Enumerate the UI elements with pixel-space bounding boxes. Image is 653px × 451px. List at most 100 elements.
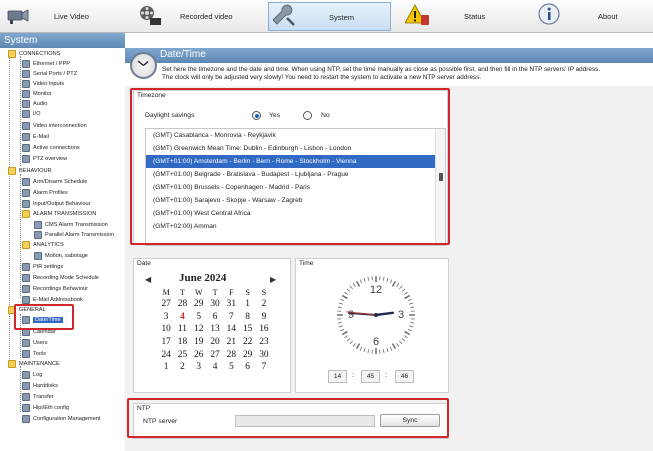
tab-recorded-video[interactable]: Recorded video	[134, 2, 260, 31]
calendar-day[interactable]: 14	[223, 323, 239, 336]
calendar-day[interactable]: 11	[174, 323, 190, 336]
calendar-day[interactable]: 1	[158, 361, 174, 374]
tab-about[interactable]: About	[528, 2, 652, 31]
prev-month-button[interactable]: ◀	[145, 275, 151, 284]
clock-tick	[407, 298, 412, 302]
calendar-day[interactable]: 29	[191, 298, 207, 311]
sidebar-item-email-addressbook[interactable]: E-Mail Addressbook	[22, 295, 83, 304]
sidebar-folder-connections[interactable]: CONNECTIONS	[8, 49, 60, 58]
sidebar-item-monitor[interactable]: Monitor	[22, 89, 52, 98]
clock-tick	[409, 302, 414, 305]
calendar-day[interactable]: 12	[191, 323, 207, 336]
calendar-day[interactable]: 20	[207, 336, 223, 349]
calendar-day[interactable]: 19	[191, 336, 207, 349]
sidebar-item-io[interactable]: I/O	[22, 109, 40, 118]
calendar-day[interactable]: 31	[223, 298, 239, 311]
sidebar-item-recording-mode[interactable]: Recording Mode Schedule	[22, 273, 99, 282]
users-icon	[22, 338, 30, 347]
time-hours-field[interactable]: 14	[328, 370, 347, 383]
calendar-day[interactable]: 2	[256, 298, 272, 311]
calendar-day[interactable]: 15	[239, 323, 255, 336]
sidebar-item-input-output[interactable]: Input/Output Behaviour	[22, 199, 91, 208]
sidebar-item-parallel-alarm[interactable]: Parallel Alarm Transmission	[34, 230, 114, 239]
weekday-label: S	[261, 288, 267, 297]
clock-tick	[382, 349, 385, 354]
sidebar-item-email[interactable]: E-Mail	[22, 132, 49, 141]
calendar-day[interactable]: 16	[256, 323, 272, 336]
calendar-day[interactable]: 30	[207, 298, 223, 311]
tab-live-video[interactable]: Live Video	[4, 2, 128, 31]
sidebar-folder-alarm-transmission[interactable]: ALARM TRANSMISSION	[22, 209, 96, 218]
calendar-day[interactable]: 8	[239, 311, 255, 324]
calendar-day[interactable]: 23	[256, 336, 272, 349]
sidebar-item-alarm-profiles[interactable]: Alarm Profiles	[22, 188, 68, 197]
calendar-day[interactable]: 24	[158, 348, 174, 361]
sidebar-item-tools[interactable]: Tools	[22, 349, 46, 358]
calendar-day[interactable]: 1	[239, 298, 255, 311]
calendar-day[interactable]: 2	[174, 361, 190, 374]
time-seconds-field[interactable]: 46	[395, 370, 414, 383]
sidebar-item-ethernet-ppp[interactable]: Ethernet / PPP	[22, 59, 70, 68]
calendar-day[interactable]: 7	[223, 311, 239, 324]
sidebar-item-motion-sabotage[interactable]: Motion, sabotage	[34, 251, 88, 260]
sidebar-item-arm-disarm[interactable]: Arm/Disarm Schedule	[22, 177, 87, 186]
sidebar-item-pir-settings[interactable]: PIR settings	[22, 262, 63, 271]
tools-icon	[22, 349, 30, 358]
calendar-day[interactable]: 3	[158, 311, 174, 324]
calendar-day[interactable]: 18	[174, 336, 190, 349]
calendar-day[interactable]: 17	[158, 336, 174, 349]
sidebar-item-cms-alarm[interactable]: CMS Alarm Transmission	[34, 220, 108, 229]
calendar-day-today[interactable]: 4	[174, 311, 190, 324]
calendar-day[interactable]: 6	[207, 311, 223, 324]
sidebar-item-hipi-eth-config[interactable]: Hipi/Eth config	[22, 403, 69, 412]
calendar-day[interactable]: 5	[223, 361, 239, 374]
sidebar-item-ptz-overview[interactable]: PTZ overview	[22, 154, 67, 163]
calendar-day[interactable]: 28	[174, 298, 190, 311]
calendar-day[interactable]: 7	[256, 361, 272, 374]
clock-icon	[130, 52, 157, 79]
calendar-day[interactable]: 30	[256, 348, 272, 361]
motion-icon	[34, 251, 42, 260]
calendar-day[interactable]: 25	[174, 348, 190, 361]
sidebar-item-transfer[interactable]: Transfer	[22, 392, 54, 401]
calendar-day[interactable]: 21	[223, 336, 239, 349]
clock-tick	[349, 285, 353, 290]
clock-tick	[340, 328, 345, 332]
clock-tick	[401, 288, 406, 292]
sidebar-item-configuration-management[interactable]: Configuration Management	[22, 414, 100, 423]
sidebar-item-users[interactable]: Users	[22, 338, 48, 347]
sidebar-item-harddisks[interactable]: Harddisks	[22, 381, 58, 390]
sidebar-item-serial-ports[interactable]: Serial Ports / PTZ	[22, 69, 77, 78]
tab-status[interactable]: Status	[398, 2, 522, 31]
sidebar-folder-analytics[interactable]: ANALYTICS	[22, 240, 64, 249]
sidebar-folder-maintenance[interactable]: MAINTENANCE	[8, 359, 60, 368]
calendar-day[interactable]: 9	[256, 311, 272, 324]
calendar-day[interactable]: 27	[207, 348, 223, 361]
calendar-day[interactable]: 3	[191, 361, 207, 374]
page-description: Set here the timezone and the date and t…	[162, 66, 653, 82]
sidebar-folder-behaviour[interactable]: BEHAVIOUR	[8, 166, 52, 175]
calendar-day[interactable]: 22	[239, 336, 255, 349]
sidebar-item-recordings-behaviour[interactable]: Recordings Behaviour	[22, 284, 88, 293]
tab-system[interactable]: System	[268, 2, 391, 31]
warning-icon	[405, 4, 429, 25]
sidebar-item-active-connections[interactable]: Active connections	[22, 143, 80, 152]
calendar-day[interactable]: 10	[158, 323, 174, 336]
calendar-day[interactable]: 4	[207, 361, 223, 374]
calendar-day[interactable]: 6	[239, 361, 255, 374]
sidebar-item-video-interconnection[interactable]: Video interconnection	[22, 121, 87, 130]
time-minutes-field[interactable]: 45	[361, 370, 380, 383]
calendar-day[interactable]: 26	[191, 348, 207, 361]
calendar-day[interactable]: 27	[158, 298, 174, 311]
next-month-button[interactable]: ▶	[270, 275, 276, 284]
sidebar-item-log[interactable]: Log	[22, 370, 42, 379]
calendar-day[interactable]: 28	[223, 348, 239, 361]
sidebar-item-audio[interactable]: Audio	[22, 99, 47, 108]
sidebar-item-video-inputs[interactable]: Video Inputs	[22, 79, 64, 88]
log-icon	[22, 370, 30, 379]
calendar-day[interactable]: 29	[239, 348, 255, 361]
clock-tick	[382, 276, 385, 281]
calendar-day[interactable]: 13	[207, 323, 223, 336]
config-icon	[22, 403, 30, 412]
calendar-day[interactable]: 5	[191, 311, 207, 324]
